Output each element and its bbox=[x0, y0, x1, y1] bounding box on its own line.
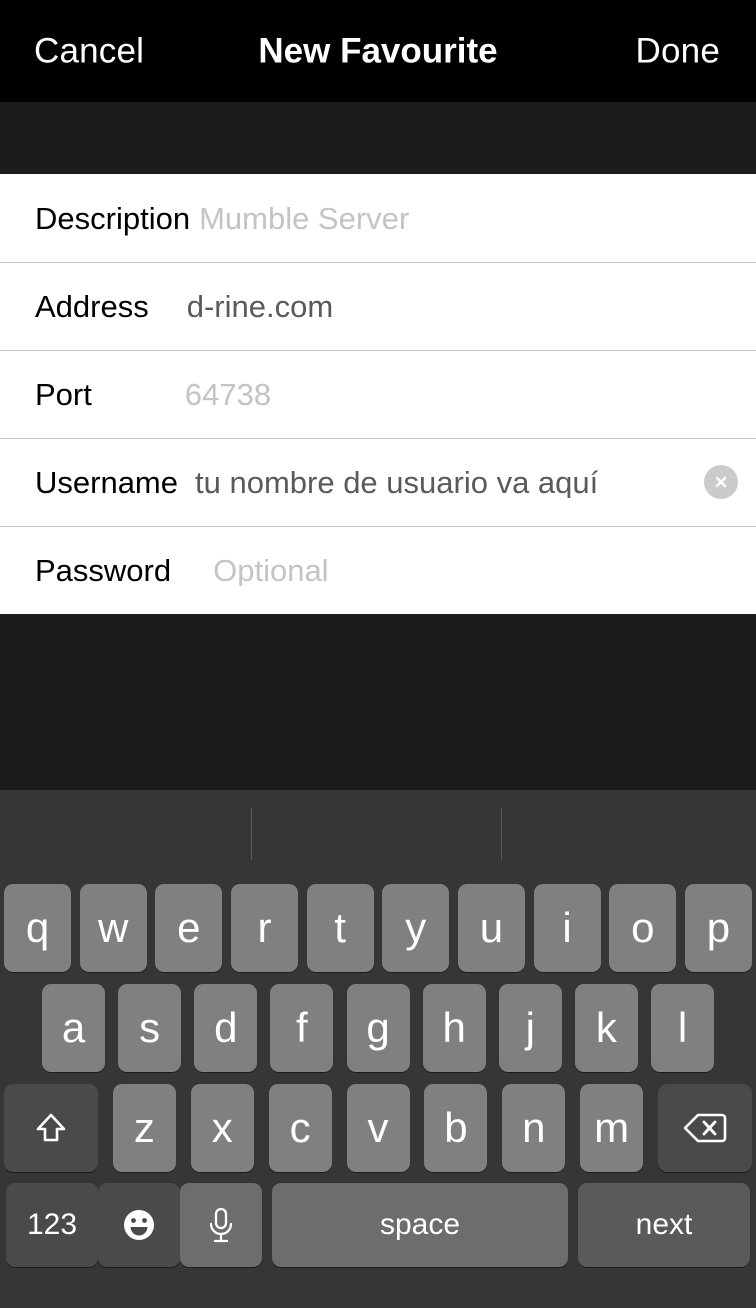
key-v[interactable]: v bbox=[346, 1084, 410, 1172]
key-u[interactable]: u bbox=[457, 884, 525, 972]
keyboard-row-1: q w e r t y u i o p bbox=[0, 878, 756, 978]
content-spacer bbox=[0, 614, 756, 790]
key-b[interactable]: b bbox=[424, 1084, 488, 1172]
form-row-port[interactable]: Port 64738 bbox=[0, 350, 756, 438]
key-x[interactable]: x bbox=[190, 1084, 254, 1172]
key-k[interactable]: k bbox=[574, 984, 638, 1072]
key-o[interactable]: o bbox=[609, 884, 677, 972]
key-z[interactable]: z bbox=[112, 1084, 176, 1172]
key-y[interactable]: y bbox=[382, 884, 450, 972]
key-m[interactable]: m bbox=[580, 1084, 644, 1172]
key-l[interactable]: l bbox=[651, 984, 714, 1072]
navigation-bar: Cancel New Favourite Done bbox=[0, 0, 756, 102]
microphone-icon[interactable] bbox=[180, 1183, 262, 1267]
key-r[interactable]: r bbox=[230, 884, 298, 972]
key-e[interactable]: e bbox=[155, 884, 223, 972]
key-j[interactable]: j bbox=[498, 984, 562, 1072]
key-w[interactable]: w bbox=[79, 884, 147, 972]
done-button[interactable]: Done bbox=[636, 34, 720, 69]
smiley-face-icon[interactable] bbox=[98, 1183, 180, 1267]
keyboard-row-2: a s d f g h j k l bbox=[0, 978, 756, 1078]
form-row-address[interactable]: Address d-rine.com bbox=[0, 262, 756, 350]
page-title: New Favourite bbox=[258, 31, 498, 71]
on-screen-keyboard: q w e r t y u i o p a s d f g h j k l z … bbox=[0, 790, 756, 1308]
form-row-description[interactable]: Description Mumble Server bbox=[0, 174, 756, 262]
key-f[interactable]: f bbox=[270, 984, 334, 1072]
description-label: Description bbox=[35, 200, 191, 236]
address-input[interactable]: d-rine.com bbox=[187, 291, 756, 322]
key-c[interactable]: c bbox=[268, 1084, 332, 1172]
key-a[interactable]: a bbox=[42, 984, 105, 1072]
keyboard-row-3: z x c v b n m bbox=[0, 1078, 756, 1178]
key-g[interactable]: g bbox=[346, 984, 410, 1072]
predictive-separator bbox=[501, 808, 502, 860]
form-row-password[interactable]: Password Optional bbox=[0, 526, 756, 614]
key-i[interactable]: i bbox=[533, 884, 601, 972]
key-t[interactable]: t bbox=[306, 884, 374, 972]
description-input[interactable]: Mumble Server bbox=[199, 203, 756, 234]
favourite-form-table: Description Mumble Server Address d-rine… bbox=[0, 174, 756, 614]
numbers-key[interactable]: 123 bbox=[6, 1183, 98, 1267]
delete-left-icon[interactable] bbox=[658, 1084, 752, 1172]
return-key[interactable]: next bbox=[578, 1183, 750, 1267]
app-screen: Cancel New Favourite Done Description Mu… bbox=[0, 0, 756, 1308]
clear-text-icon[interactable] bbox=[704, 465, 738, 499]
key-d[interactable]: d bbox=[194, 984, 258, 1072]
space-key[interactable]: space bbox=[272, 1183, 568, 1267]
port-input[interactable]: 64738 bbox=[185, 379, 756, 410]
form-row-username[interactable]: Username tu nombre de usuario va aquí bbox=[0, 438, 756, 526]
key-p[interactable]: p bbox=[684, 884, 752, 972]
cancel-button[interactable]: Cancel bbox=[34, 34, 144, 69]
keyboard-row-4: 123 space next bbox=[0, 1178, 756, 1272]
port-label: Port bbox=[35, 376, 92, 412]
shift-arrow-up-icon[interactable] bbox=[4, 1084, 98, 1172]
password-input[interactable]: Optional bbox=[213, 555, 756, 586]
address-label: Address bbox=[35, 288, 149, 324]
predictive-separator bbox=[251, 808, 252, 860]
key-q[interactable]: q bbox=[4, 884, 71, 972]
key-s[interactable]: s bbox=[118, 984, 182, 1072]
table-top-spacer bbox=[0, 102, 756, 174]
username-input[interactable]: tu nombre de usuario va aquí bbox=[195, 467, 756, 498]
password-label: Password bbox=[35, 552, 172, 588]
username-label: Username bbox=[35, 464, 178, 500]
key-h[interactable]: h bbox=[422, 984, 486, 1072]
key-n[interactable]: n bbox=[502, 1084, 566, 1172]
predictive-text-bar[interactable] bbox=[0, 790, 756, 878]
